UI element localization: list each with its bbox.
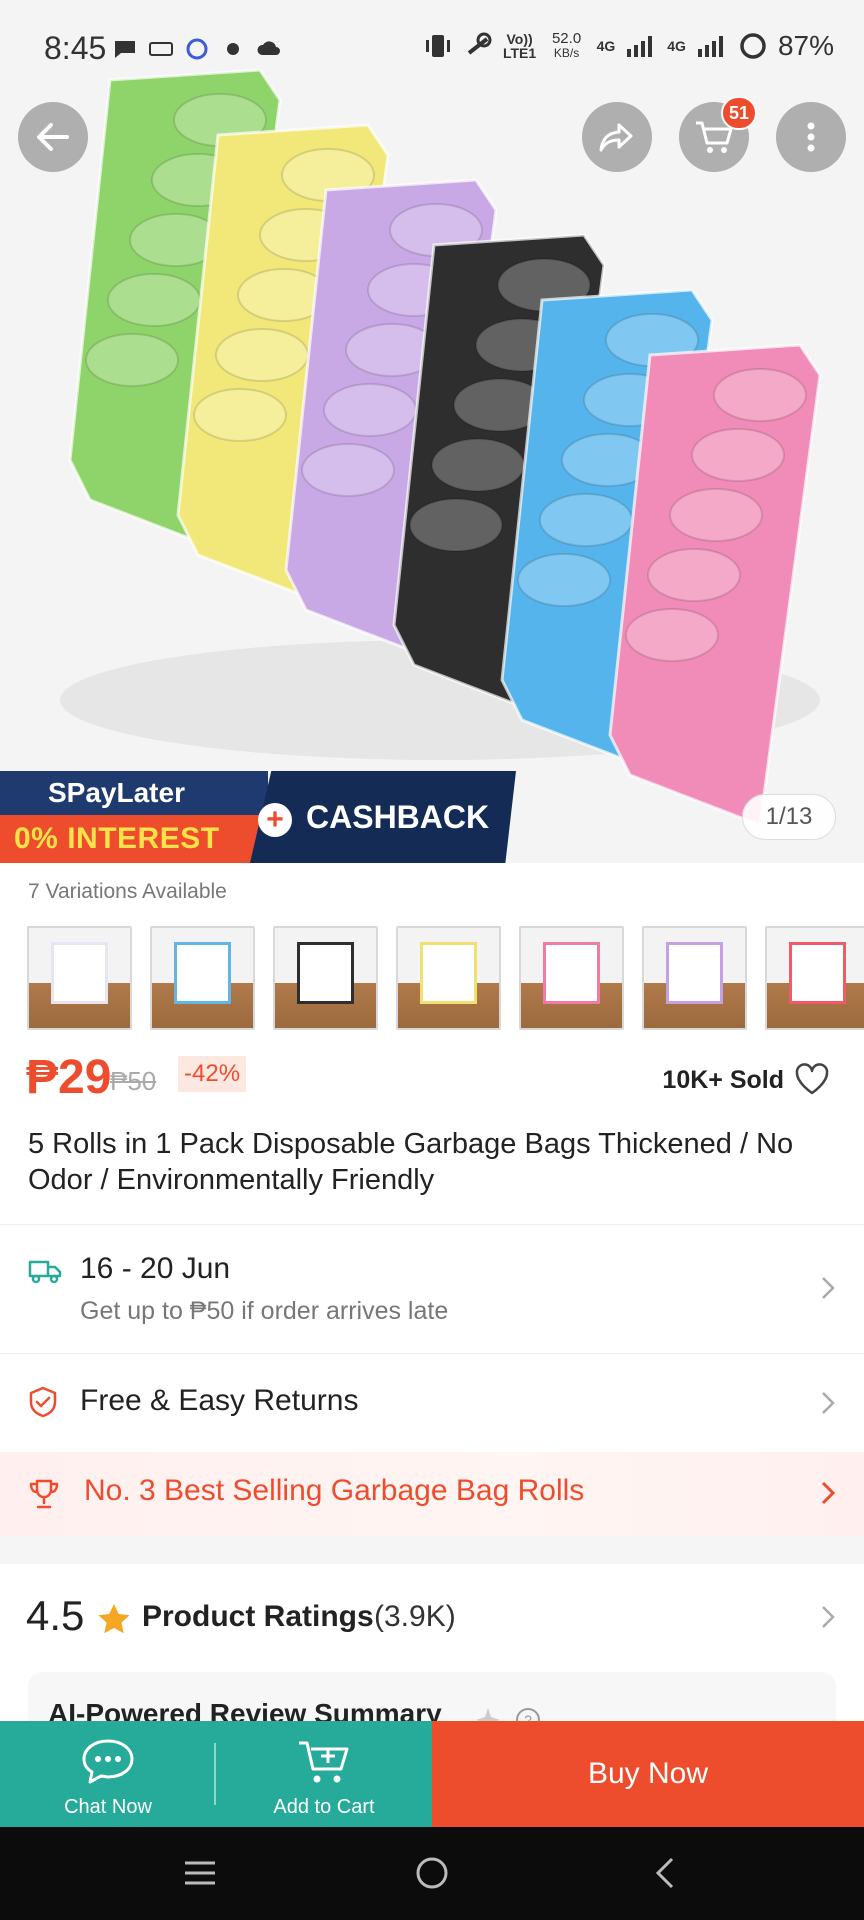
spaylater-label: SPayLater <box>0 771 268 815</box>
sold-count: 10K+ Sold <box>662 1066 784 1094</box>
spaylater-promo-banner[interactable]: SPayLater 0% INTEREST CASHBACK + <box>0 771 516 863</box>
speed-unit: KB/s <box>553 46 580 60</box>
back-nav-icon[interactable] <box>650 1853 680 1893</box>
notification-icons <box>112 36 282 62</box>
link-icon <box>467 32 492 55</box>
variation-swatch <box>275 928 376 1028</box>
best-selling-banner[interactable]: No. 3 Best Selling Garbage Bag Rolls <box>0 1452 864 1536</box>
add-to-cart-label: Add to Cart <box>273 1796 375 1818</box>
share-button[interactable] <box>582 102 652 172</box>
truck-icon <box>28 1260 62 1284</box>
variation-swatch <box>644 928 745 1028</box>
settings-icon <box>227 43 239 55</box>
vibrate-icon <box>425 35 450 57</box>
volte-label: Vo)) LTE1 <box>502 31 537 61</box>
menu-icon[interactable] <box>182 1853 218 1893</box>
product-image-carousel[interactable]: 8:45 Vo)) LTE1 52.0 KB/s 4G 4G 87% 51 SP… <box>0 0 864 863</box>
discount-badge: -42% <box>178 1056 247 1092</box>
chat-now-button[interactable]: Chat Now <box>0 1721 216 1827</box>
trophy-icon <box>29 1479 59 1509</box>
variation-pack <box>543 942 600 1004</box>
buy-now-label: Buy Now <box>587 1757 709 1790</box>
chevron-right-icon <box>822 1392 835 1414</box>
chevron-right-icon <box>822 1606 835 1628</box>
rating-score: 4.5 <box>26 1592 85 1639</box>
ratings-label: Product Ratings <box>142 1600 374 1633</box>
system-status: Vo)) LTE1 52.0 KB/s 4G 4G 87% <box>423 30 834 62</box>
returns-label: Free & Easy Returns <box>80 1384 359 1417</box>
plus-icon: + <box>258 803 292 837</box>
cart-badge: 51 <box>720 96 757 130</box>
battery-ring-icon <box>740 33 766 59</box>
more-options-button[interactable] <box>776 102 846 172</box>
variation-swatch <box>767 928 864 1028</box>
variation-thumbnail[interactable] <box>150 926 255 1030</box>
add-cart-icon <box>299 1741 349 1783</box>
buy-now-button[interactable]: Buy Now <box>432 1721 864 1827</box>
system-navigation-bar <box>0 1827 864 1920</box>
returns-row[interactable]: Free & Easy Returns <box>0 1354 864 1450</box>
more-vertical-icon <box>807 122 815 152</box>
cart-button[interactable]: 51 <box>679 96 757 172</box>
shipping-row[interactable]: 16 - 20 Jun Get up to ₱50 if order arriv… <box>0 1225 864 1353</box>
variation-swatch <box>29 928 130 1028</box>
chevron-right-icon <box>822 1277 835 1299</box>
variation-pack <box>174 942 231 1004</box>
arrow-left-icon <box>37 123 69 151</box>
add-to-cart-button[interactable]: Add to Cart <box>216 1721 432 1827</box>
variation-thumbnail[interactable] <box>642 926 747 1030</box>
shield-check-icon <box>29 1386 57 1418</box>
signal-icon <box>627 36 653 57</box>
variation-thumbnail[interactable] <box>519 926 624 1030</box>
chevron-right-icon <box>821 1481 836 1505</box>
app-icon <box>186 38 208 60</box>
delivery-dates: 16 - 20 Jun <box>80 1252 231 1285</box>
star-icon <box>98 1604 130 1634</box>
variation-pack <box>51 942 108 1004</box>
signal-icon-2 <box>697 36 723 57</box>
product-title: 5 Rolls in 1 Pack Disposable Garbage Bag… <box>28 1128 794 1196</box>
variation-swatch <box>398 928 499 1028</box>
original-price: ₱50 <box>110 1066 157 1096</box>
variation-thumbnail[interactable] <box>27 926 132 1030</box>
late-delivery-note: Get up to ₱50 if order arrives late <box>80 1297 449 1325</box>
network-speed: 52.0 KB/s <box>547 30 587 60</box>
chat-now-label: Chat Now <box>64 1796 152 1818</box>
variation-pack <box>789 942 846 1004</box>
section-gap <box>0 1536 864 1564</box>
variation-thumbnail[interactable] <box>396 926 501 1030</box>
interest-label: 0% INTEREST <box>0 815 268 863</box>
bottom-action-bar: Chat Now Add to Cart Buy Now <box>0 1721 864 1827</box>
speed-value: 52.0 <box>551 30 582 47</box>
message-icon <box>115 41 135 58</box>
battery-level: 87% <box>777 30 834 61</box>
variation-swatch <box>521 928 622 1028</box>
status-bar: 8:45 Vo)) LTE1 52.0 KB/s 4G 4G 87% <box>0 0 864 100</box>
net-type-2: 4G <box>667 38 686 54</box>
status-time: 8:45 <box>44 30 107 66</box>
variation-pack <box>666 942 723 1004</box>
back-button[interactable] <box>18 102 88 172</box>
variation-thumbnails[interactable] <box>27 926 864 1030</box>
variation-pack <box>297 942 354 1004</box>
home-icon[interactable] <box>412 1853 452 1893</box>
best-selling-label: No. 3 Best Selling Garbage Bag Rolls <box>84 1474 585 1507</box>
variation-pack <box>420 942 477 1004</box>
current-price: ₱29 <box>26 1051 112 1104</box>
price-row: ₱29 ₱50 -42% 10K+ Sold <box>26 1050 846 1106</box>
variation-swatch <box>152 928 253 1028</box>
variations-label: 7 Variations Available <box>28 880 227 903</box>
ratings-count: (3.9K) <box>374 1600 456 1633</box>
net-type-1: 4G <box>596 38 616 54</box>
image-counter: 1/13 <box>742 794 836 840</box>
variation-thumbnail[interactable] <box>273 926 378 1030</box>
heart-icon[interactable] <box>794 1062 830 1096</box>
cloud-icon <box>257 41 280 55</box>
share-icon <box>599 123 633 152</box>
product-ratings-row[interactable]: 4.5 Product Ratings (3.9K) <box>0 1564 864 1668</box>
hd-icon <box>149 42 173 56</box>
variation-thumbnail[interactable] <box>765 926 864 1030</box>
chat-icon <box>82 1739 134 1784</box>
